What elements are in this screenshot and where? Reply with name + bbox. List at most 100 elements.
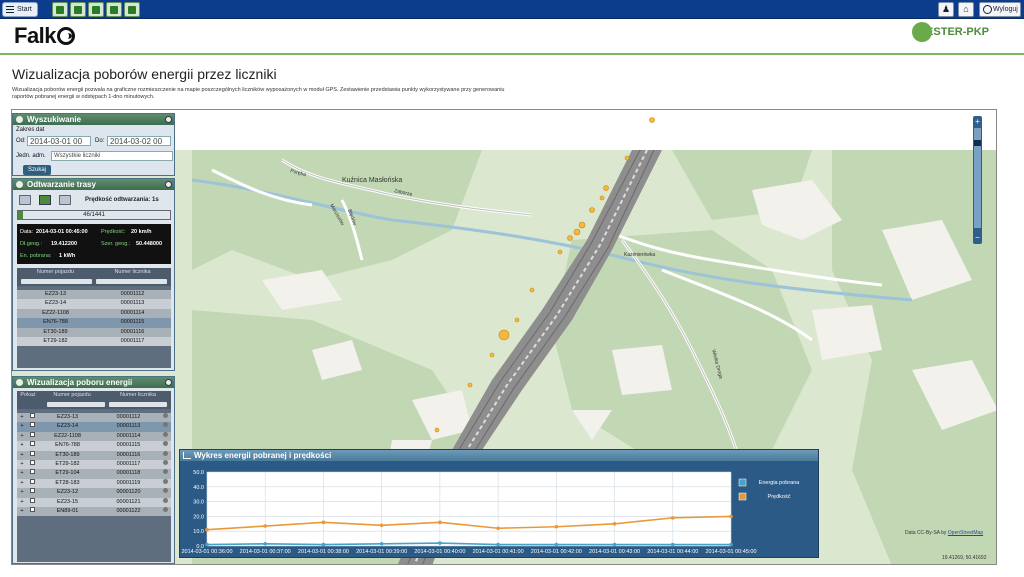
locate-icon[interactable]	[159, 459, 171, 469]
filter-input[interactable]	[96, 279, 167, 284]
unit-select[interactable]: Wszystkie liczniki	[51, 151, 173, 161]
map-container[interactable]: Kuźnica Masłońska Kazimierówka Poręba Za…	[11, 109, 997, 565]
row-expander-icon[interactable]: +	[17, 451, 27, 460]
locate-icon[interactable]	[159, 431, 171, 441]
vehicle-number: ET29-182	[55, 460, 80, 467]
locate-icon[interactable]	[159, 441, 171, 450]
locate-icon[interactable]	[159, 450, 171, 460]
table-row[interactable]: + ET28-183 00001119	[17, 478, 171, 489]
search-button[interactable]: Szukaj	[23, 165, 51, 175]
row-expander-icon[interactable]: +	[17, 441, 27, 450]
table-row[interactable]: ET30-189 00001116	[17, 327, 171, 337]
table-row[interactable]: + EZ23-15 00001121	[17, 497, 171, 507]
show-checkbox[interactable]	[27, 413, 37, 422]
collapse-icon[interactable]	[165, 116, 172, 123]
meter-number: 00001115	[120, 319, 145, 326]
x-tick-label: 2014-03-01 00:43:00	[589, 549, 640, 555]
filter-input[interactable]	[47, 402, 105, 407]
table-row[interactable]: EZ23-14 00001113	[17, 299, 171, 309]
locate-icon[interactable]	[159, 497, 171, 507]
show-checkbox[interactable]	[27, 459, 37, 469]
show-checkbox[interactable]	[27, 488, 37, 497]
speed-value: 20 km/h	[131, 229, 152, 235]
locate-icon[interactable]	[159, 478, 171, 488]
show-checkbox[interactable]	[27, 506, 37, 516]
chart-panel-header[interactable]: Wykres energii pobranej i prędkości	[180, 450, 818, 461]
app-icon-5[interactable]	[124, 2, 140, 17]
locate-icon[interactable]	[159, 422, 171, 431]
search-panel-header[interactable]: Wyszukiwanie	[13, 114, 174, 125]
visualization-panel-header[interactable]: Wizualizacja poboru energii	[13, 377, 174, 388]
table-row[interactable]: EN76-788 00001115	[17, 318, 171, 328]
column-header[interactable]: Numer pojazdu	[17, 268, 94, 277]
zoom-slider[interactable]: + −	[973, 116, 982, 244]
table-row[interactable]: + EZ23-14 00001113	[17, 422, 171, 432]
play-icon	[16, 181, 23, 188]
table-row[interactable]: + ET29-104 00001118	[17, 469, 171, 479]
app-icon-3[interactable]	[88, 2, 104, 17]
svg-text:−: −	[975, 233, 980, 242]
home-icon[interactable]: ⌂	[958, 2, 974, 17]
row-expander-icon[interactable]: +	[17, 488, 27, 497]
data-point	[554, 542, 559, 547]
osm-link[interactable]: OpenStreetMap	[948, 530, 983, 536]
column-header[interactable]: Numer licznika	[105, 391, 171, 400]
logout-button[interactable]: Wyloguj	[979, 2, 1021, 17]
locate-icon[interactable]	[159, 469, 171, 478]
meter-number: 00001116	[116, 451, 141, 458]
row-expander-icon[interactable]: +	[17, 460, 27, 469]
table-row[interactable]: + EZ22-1108 00001114	[17, 431, 171, 442]
replay-panel-header[interactable]: Odtwarzanie trasy	[13, 179, 174, 190]
collapse-icon[interactable]	[165, 379, 172, 386]
show-checkbox[interactable]	[27, 450, 37, 460]
row-expander-icon[interactable]: +	[17, 507, 27, 516]
column-header[interactable]: Pokaż	[17, 391, 39, 400]
map-attribution: Data CC-By-SA by OpenStreetMap	[905, 530, 983, 536]
show-checkbox[interactable]	[27, 497, 37, 507]
show-checkbox[interactable]	[27, 431, 37, 441]
table-row[interactable]: + EN89-01 00001122	[17, 506, 171, 517]
show-checkbox[interactable]	[27, 422, 37, 431]
vehicle-number: ET29-104	[55, 470, 80, 477]
column-header[interactable]: Numer licznika	[94, 268, 171, 277]
row-expander-icon[interactable]: +	[17, 422, 27, 431]
table-row[interactable]: ET29-182 00001117	[17, 336, 171, 347]
app-icon-4[interactable]	[106, 2, 122, 17]
table-row[interactable]: + ET29-182 00001117	[17, 459, 171, 470]
replay-progress-bar[interactable]: 46/1441	[17, 210, 171, 220]
start-button[interactable]: Start	[2, 2, 38, 17]
from-date-input[interactable]: 2014-03-01 00	[27, 136, 91, 146]
meter-number: 00001115	[116, 442, 141, 449]
show-checkbox[interactable]	[27, 441, 37, 450]
locate-icon[interactable]	[159, 488, 171, 497]
forward-button[interactable]	[59, 195, 71, 205]
table-row[interactable]: EZ22-1108 00001114	[17, 308, 171, 319]
to-label: Do:	[95, 138, 105, 144]
locate-icon[interactable]	[159, 506, 171, 516]
filter-input[interactable]	[21, 279, 92, 284]
row-expander-icon[interactable]: +	[17, 479, 27, 488]
to-date-input[interactable]: 2014-03-02 00	[107, 136, 171, 146]
collapse-icon[interactable]	[165, 181, 172, 188]
filter-input[interactable]	[109, 402, 167, 407]
app-icon-2[interactable]	[70, 2, 86, 17]
locate-icon[interactable]	[159, 413, 171, 422]
user-icon[interactable]: ♟	[938, 2, 954, 17]
app-icon-1[interactable]	[52, 2, 68, 17]
falko-logo: Falk	[14, 23, 76, 49]
row-expander-icon[interactable]: +	[17, 469, 27, 478]
table-row[interactable]: EZ23-13 00001112	[17, 290, 171, 300]
show-checkbox[interactable]	[27, 478, 37, 488]
show-checkbox[interactable]	[27, 469, 37, 478]
table-row[interactable]: + EZ23-13 00001112	[17, 413, 171, 423]
logout-label: Wyloguj	[993, 6, 1018, 13]
table-row[interactable]: + ET30-189 00001116	[17, 450, 171, 460]
column-header[interactable]: Numer pojazdu	[39, 391, 105, 400]
rewind-button[interactable]	[19, 195, 31, 205]
row-expander-icon[interactable]: +	[17, 432, 27, 441]
table-row[interactable]: + EN76-788 00001115	[17, 441, 171, 451]
table-row[interactable]: + EZ23-12 00001120	[17, 488, 171, 498]
pause-button[interactable]	[39, 195, 51, 205]
row-expander-icon[interactable]: +	[17, 498, 27, 507]
row-expander-icon[interactable]: +	[17, 413, 27, 422]
